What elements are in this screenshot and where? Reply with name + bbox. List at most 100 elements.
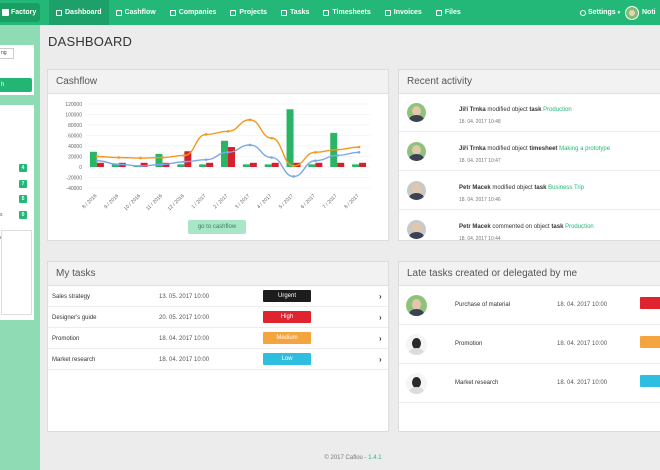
x-tick-label: 3 / 2017 [234,193,251,210]
activity-timestamp: 18. 04. 2017 10:47 [459,158,501,164]
bar [206,162,214,167]
nav-item-tasks[interactable]: Tasks [274,0,316,25]
activity-object-type: task [529,107,542,113]
activity-user[interactable]: Jiří Trnka [459,107,486,113]
activity-object-type: timesheet [529,146,558,152]
x-tick-label: 8 / 2016 [81,193,98,210]
x-tick-label: 1 / 2017 [191,193,208,210]
series-point [117,163,121,166]
nav-item-label: Projects [239,9,268,16]
bar [177,164,185,167]
sidebar-calendar-box [1,230,32,315]
bar [242,164,250,167]
nav-item-timesheets[interactable]: Timesheets [316,0,377,25]
late-task-row[interactable]: Promotion 18. 04. 2017 10:00 [399,325,660,364]
count-badge: 4 [19,164,27,172]
sidebar-item[interactable]: s 0 [0,209,34,221]
y-tick-label: 100000 [65,113,82,119]
version-link[interactable]: 1.4.1 [368,455,381,461]
late-tasks-panel: Late tasks created or delegated by me Pu… [398,261,660,432]
late-task-name[interactable]: Promotion [455,341,482,347]
notifications-menu[interactable]: Noti [625,0,656,25]
series-point [117,156,121,159]
late-task-name[interactable]: Purchase of material [455,302,510,308]
settings-menu[interactable]: Settings ▾ [580,0,620,25]
cashflow-icon [115,9,122,16]
nav-item-label: Invoices [393,9,422,16]
series-point [292,164,295,168]
x-tick-label: 2 / 2017 [212,193,229,210]
sidebar-item[interactable]: 5 [0,193,34,205]
activity-target-link[interactable]: Making a prototype [559,146,610,152]
task-name[interactable]: Designer's guide [52,315,97,321]
task-name[interactable]: Market research [52,357,95,363]
count-badge: 5 [19,195,27,203]
task-row[interactable]: Promotion 18. 04. 2017 10:00 Medium › [48,329,388,349]
sidebar-item[interactable]: 4 [0,162,34,174]
series-point [95,155,99,158]
nav-item-cashflow[interactable]: Cashflow [109,0,163,25]
go-to-cashflow-button[interactable]: go to cashflow [188,220,246,234]
user-avatar [407,142,426,161]
chevron-right-icon[interactable]: › [379,292,382,301]
series-point [204,158,208,161]
activity-user[interactable]: Petr Macek [459,185,491,191]
activity-user[interactable]: Petr Macek [459,224,491,230]
activity-action: modified object [485,146,530,152]
series-point [204,133,208,136]
y-tick-label: 0 [79,165,82,171]
chevron-right-icon[interactable]: › [379,313,382,322]
chevron-right-icon[interactable]: › [379,334,382,343]
clock-icon [323,9,330,16]
priority-badge [640,297,660,309]
task-name[interactable]: Promotion [52,336,79,342]
check-icon [281,9,288,16]
activity-action: modified object [485,107,530,113]
bar [359,162,367,167]
user-avatar [407,103,426,122]
sidebar: ng h 4 7 5 s 0 eets 8 [0,25,40,470]
dashboard-icon [56,9,62,16]
task-row[interactable]: Market research 18. 04. 2017 10:00 Low › [48,350,388,370]
series-point [292,175,295,178]
late-task-row[interactable]: Market research 18. 04. 2017 10:00 [399,364,660,403]
chevron-right-icon[interactable]: › [379,355,382,364]
task-row[interactable]: Designer's guide 20. 05. 2017 10:00 High › [48,308,388,328]
user-avatar [406,334,427,355]
activity-item: Petr Macek modified object task Business… [399,172,660,210]
late-task-name[interactable]: Market research [455,380,498,386]
file-icon [435,9,442,16]
nav-item-files[interactable]: Files [429,0,468,25]
late-task-row[interactable]: Purchase of material 18. 04. 2017 10:00 [399,286,660,325]
nav-item-companies[interactable]: Companies [163,0,224,25]
task-date: 20. 05. 2017 10:00 [159,315,210,321]
recent-activity-panel: Recent activity Jiří Trnka modified obje… [398,69,660,241]
y-tick-label: 40000 [68,144,82,150]
activity-target-link[interactable]: Business Trip [548,185,584,191]
cashflow-panel-title: Cashflow [48,70,388,94]
user-avatar [406,295,427,316]
task-row[interactable]: Sales strategy 13. 05. 2017 10:00 Urgent › [48,287,388,307]
brand-logo[interactable]: Factory [0,3,40,22]
sidebar-item[interactable]: 7 [0,178,34,190]
task-name[interactable]: Sales strategy [52,294,90,300]
bar [286,109,294,167]
page-title: DASHBOARD [48,34,133,49]
task-date: 18. 04. 2017 10:00 [159,336,210,342]
nav-item-dashboard[interactable]: Dashboard [49,0,109,25]
sidebar-item-label: s [0,212,3,218]
activity-timestamp: 18. 04. 2017 10:48 [459,119,501,125]
nav-item-projects[interactable]: Projects [223,0,274,25]
activity-user[interactable]: Jiří Trnka [459,146,486,152]
user-avatar [406,373,427,394]
gear-icon [580,9,586,16]
sidebar-select-input[interactable]: ng [0,48,14,59]
activity-target-link[interactable]: Production [543,107,572,113]
activity-action: commented on object [490,224,552,230]
activity-target-link[interactable]: Production [565,224,594,230]
nav-item-invoices[interactable]: Invoices [378,0,429,25]
y-tick-label: 80000 [68,123,82,129]
priority-badge [640,375,660,387]
sidebar-action-button[interactable]: h [0,78,32,92]
count-badge: 7 [19,180,27,188]
